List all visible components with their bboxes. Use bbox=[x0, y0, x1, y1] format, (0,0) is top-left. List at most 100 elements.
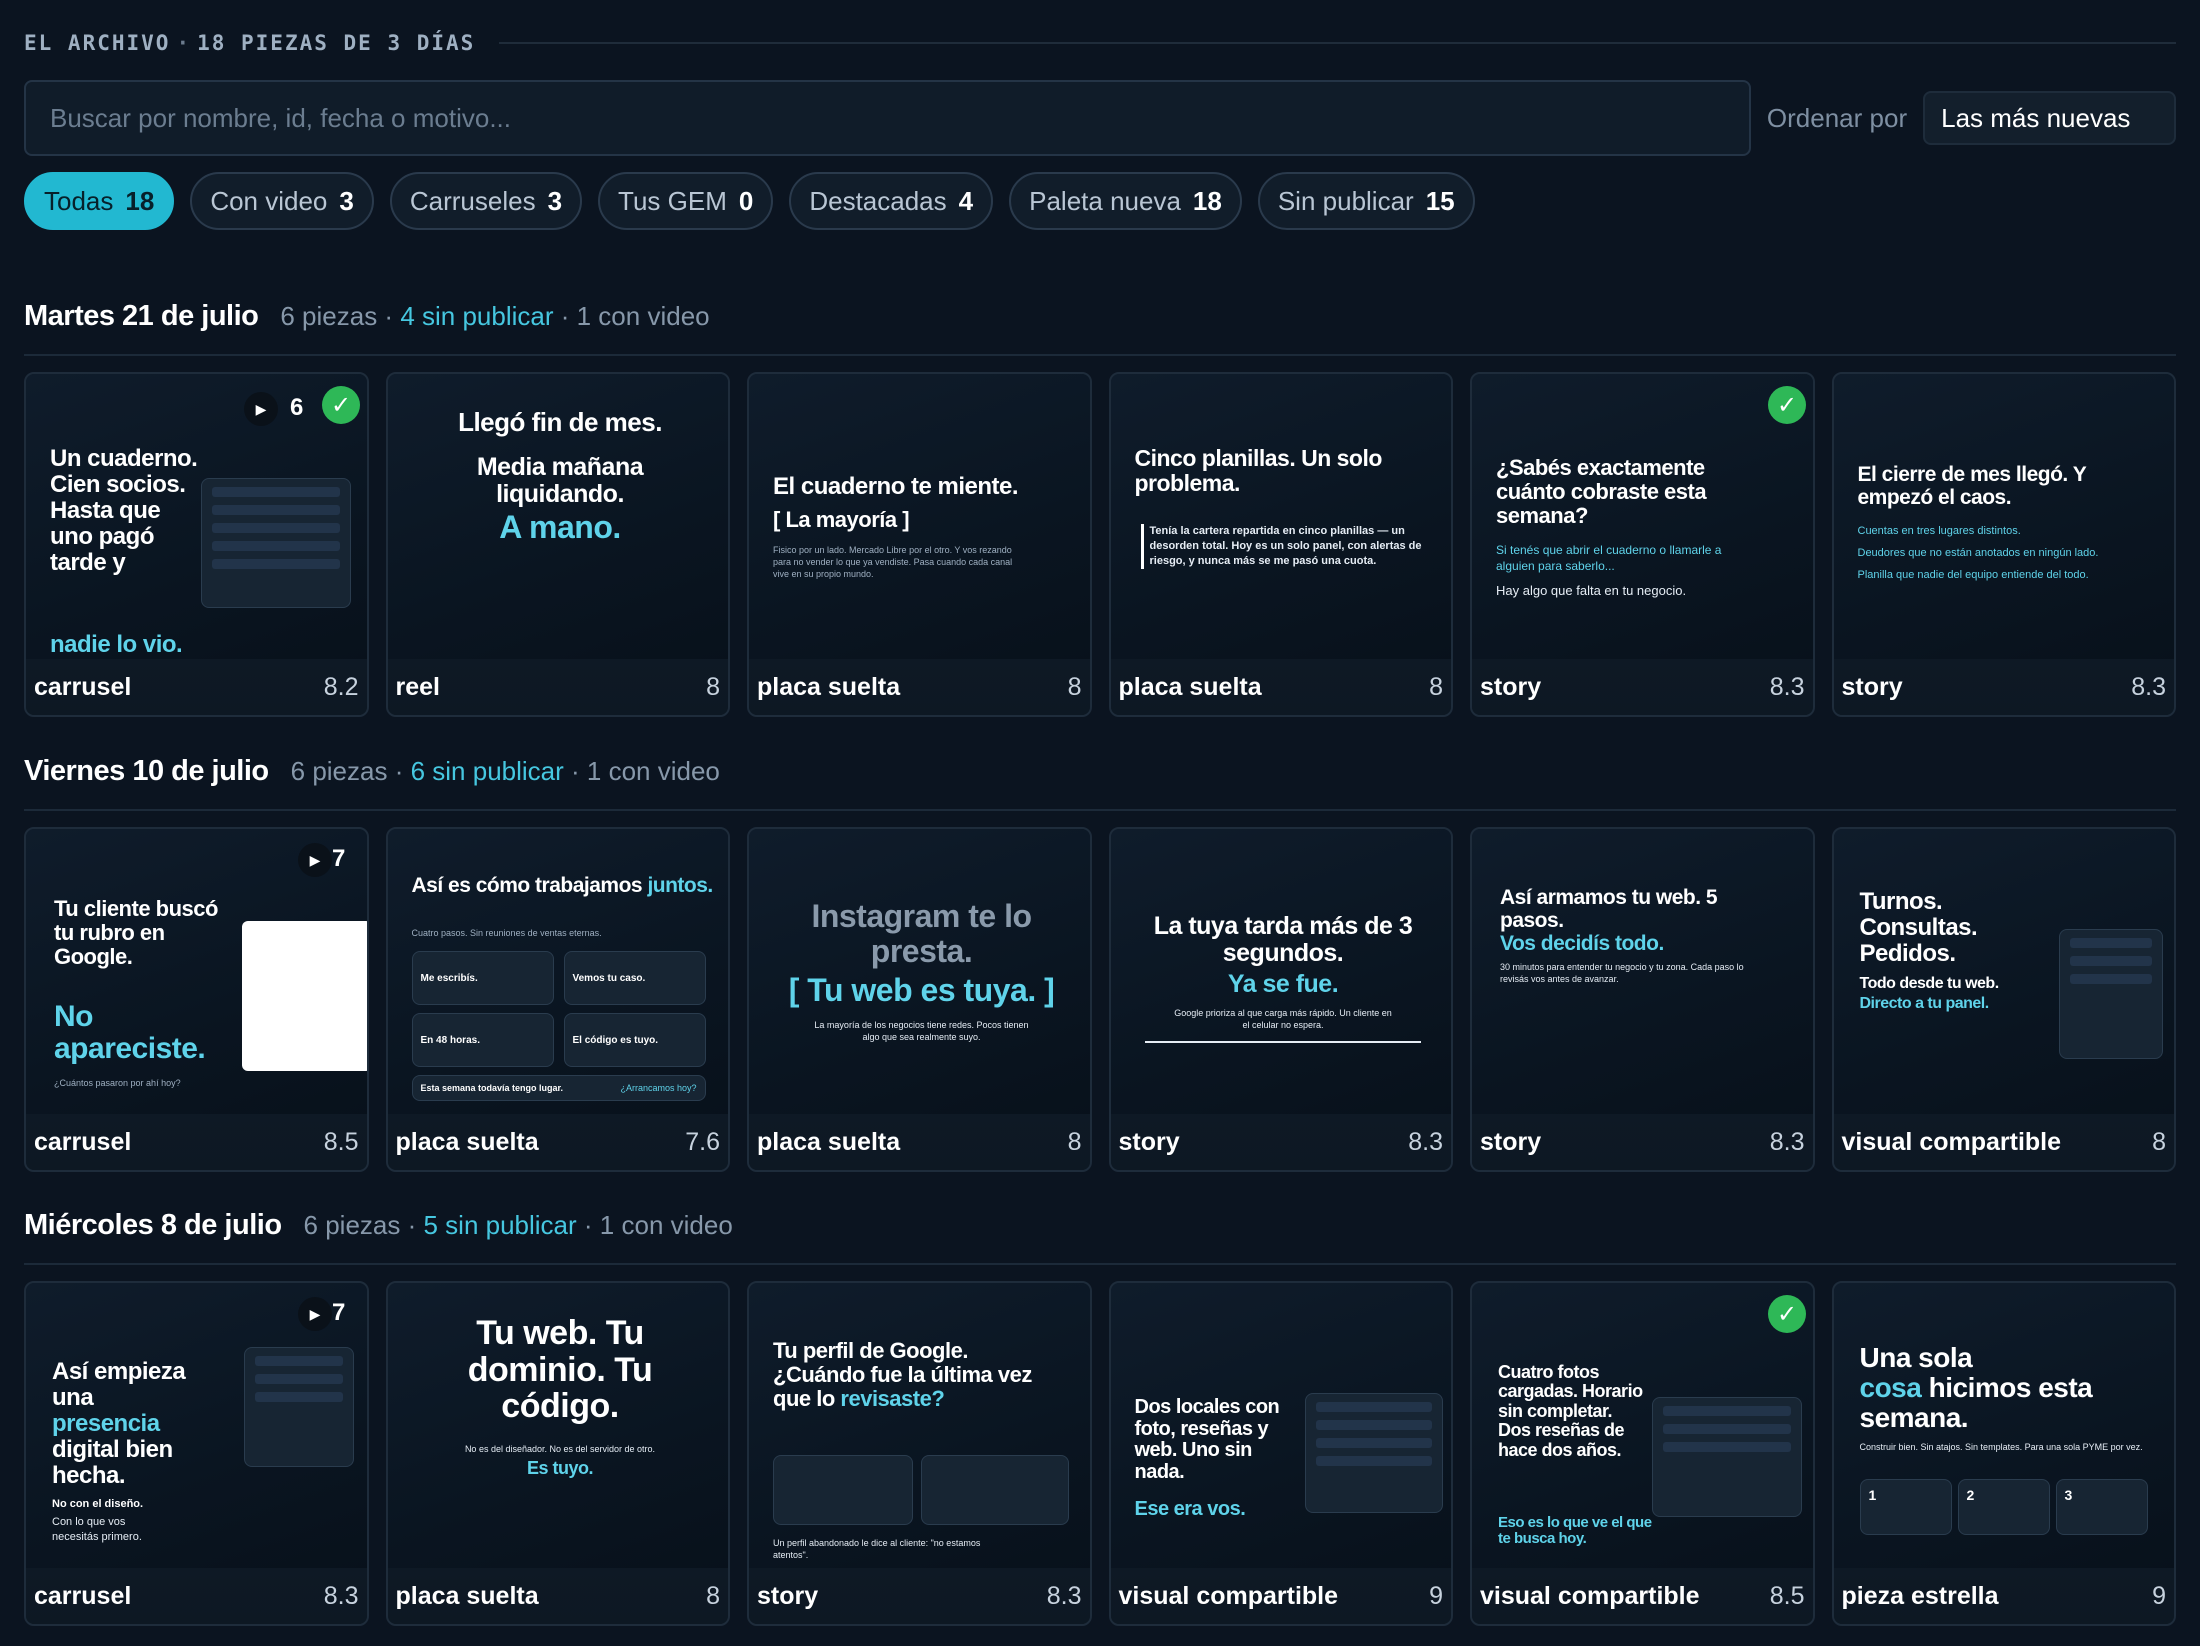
piece-card[interactable]: Turnos. Consultas. Pedidos. Todo desde t… bbox=[1831, 827, 2176, 1172]
piece-card[interactable]: ✓ ¿Sabés exactamente cuánto cobraste est… bbox=[1470, 372, 1815, 717]
piece-card[interactable]: Tu web. Tu dominio. Tu código. No es del… bbox=[385, 1281, 730, 1626]
day-title: Martes 21 de julio bbox=[24, 300, 259, 332]
slide-count: 7 bbox=[332, 1299, 346, 1326]
day-header: Viernes 10 de julio 6 piezas · 6 sin pub… bbox=[24, 755, 2176, 795]
piece-score: 8 bbox=[706, 1581, 720, 1610]
piece-thumbnail: Así armamos tu web. 5 pasos. Vos decidís… bbox=[1472, 829, 1813, 1119]
piece-card[interactable]: ▶ 7 Así empieza una presencia digital bi… bbox=[24, 1281, 369, 1626]
section-divider bbox=[24, 354, 2176, 356]
filter-chip-paleta-nueva[interactable]: Paleta nueva 18 bbox=[1009, 172, 1242, 230]
unpublished-count[interactable]: 6 sin publicar bbox=[411, 756, 564, 786]
piece-type: carrusel bbox=[34, 672, 132, 701]
cards-row: ▶ 7 Así empieza una presencia digital bi… bbox=[24, 1281, 2176, 1626]
pieces-count: 6 piezas bbox=[280, 301, 378, 331]
chip-label: Todas bbox=[44, 185, 114, 216]
sort-select[interactable]: Las más nuevas bbox=[1923, 91, 2176, 145]
filter-chip-carruseles[interactable]: Carruseles 3 bbox=[389, 172, 583, 230]
piece-score: 8.5 bbox=[323, 1127, 359, 1156]
piece-card[interactable]: La tuya tarda más de 3 segundos. Ya se f… bbox=[1108, 827, 1453, 1172]
archive-title: EL ARCHIVO · 18 PIEZAS DE 3 DÍAS bbox=[24, 31, 475, 55]
piece-thumbnail: El cuaderno te miente. [ La mayoría ] Fi… bbox=[749, 374, 1090, 664]
profile-mockup bbox=[773, 1455, 913, 1525]
cta-bar: Esta semana todavía tengo lugar. ¿Arranc… bbox=[411, 1075, 706, 1101]
day-section: Miércoles 8 de julio 6 piezas · 5 sin pu… bbox=[24, 1209, 2176, 1626]
piece-card[interactable]: El cuaderno te miente. [ La mayoría ] Fi… bbox=[747, 372, 1092, 717]
card-line3: Con lo que vos necesitás primero. bbox=[52, 1516, 142, 1543]
piece-card[interactable]: ▶ 6 ✓ Un cuaderno. Cien socios. Hasta qu… bbox=[24, 372, 369, 717]
card-headline: El cuaderno te miente. bbox=[773, 473, 1019, 500]
piece-card[interactable]: Una sola cosa hicimos esta semana. Constr… bbox=[1831, 1281, 2176, 1626]
piece-score: 8.3 bbox=[1769, 1127, 1805, 1156]
section-divider bbox=[24, 809, 2176, 811]
card-accent: juntos. bbox=[647, 874, 713, 897]
piece-card[interactable]: Instagram te lo presta. [ Tu web es tuya… bbox=[747, 827, 1092, 1172]
chip-count: 15 bbox=[1425, 185, 1455, 216]
step-label: En 48 horas. bbox=[420, 1035, 480, 1046]
search-input[interactable] bbox=[50, 102, 1749, 134]
filter-chip-todas[interactable]: Todas 18 bbox=[24, 172, 175, 230]
profile-mockup bbox=[1652, 1397, 1802, 1517]
piece-thumbnail: Tu perfil de Google. ¿Cuándo fue la últi… bbox=[749, 1283, 1090, 1573]
filter-chip-con-video[interactable]: Con video 3 bbox=[190, 172, 374, 230]
card-headline: Cinco planillas. Un solo problema. bbox=[1134, 445, 1383, 496]
card-headline: Cuatro fotos cargadas. Horario sin compl… bbox=[1498, 1362, 1643, 1460]
card-accent: A mano. bbox=[499, 509, 621, 545]
sort-label: Ordenar por bbox=[1766, 102, 1908, 133]
card-line2: [ La mayoría ] bbox=[773, 507, 910, 532]
piece-card[interactable]: ✓ Cuatro fotos cargadas. Horario sin com… bbox=[1470, 1281, 1815, 1626]
headline-text: Una sola bbox=[1859, 1342, 1973, 1373]
piece-card[interactable]: ▶ 7 Tu cliente buscó tu rubro en Google.… bbox=[24, 827, 369, 1172]
card-line2: Media mañana liquidando. bbox=[476, 453, 644, 508]
unpublished-count[interactable]: 4 sin publicar bbox=[400, 301, 553, 331]
card-accent: Vos decidís todo. bbox=[1500, 932, 1664, 955]
unpublished-count[interactable]: 5 sin publicar bbox=[423, 1210, 576, 1240]
piece-card[interactable]: Cinco planillas. Un solo problema. Tenía… bbox=[1108, 372, 1453, 717]
list-mockup bbox=[201, 478, 351, 608]
piece-thumbnail: El cierre de mes llegó. Y empezó el caos… bbox=[1833, 374, 2175, 664]
piece-card[interactable]: Llegó fin de mes. Media mañana liquidand… bbox=[385, 372, 730, 717]
card-footer: placa suelta 8 bbox=[387, 1568, 728, 1624]
chip-label: Con video bbox=[210, 185, 328, 216]
piece-score: 8.3 bbox=[2131, 672, 2166, 701]
separator: · bbox=[176, 31, 192, 55]
piece-card[interactable]: Dos locales con foto, reseñas y web. Uno… bbox=[1108, 1281, 1453, 1626]
card-footer: carrusel 8.3 bbox=[26, 1568, 367, 1624]
card-body: ¿Cuántos pasaron por ahí hoy? bbox=[54, 1078, 181, 1088]
browser-mockup bbox=[244, 1347, 354, 1467]
card-accent: Ese era vos. bbox=[1134, 1498, 1246, 1520]
step-box: El código es tuyo. bbox=[563, 1013, 706, 1067]
search-box[interactable] bbox=[24, 80, 1751, 156]
step-box: 3 bbox=[2055, 1479, 2148, 1535]
piece-card[interactable]: Así armamos tu web. 5 pasos. Vos decidís… bbox=[1470, 827, 1815, 1172]
piece-thumbnail: ▶ 6 ✓ Un cuaderno. Cien socios. Hasta qu… bbox=[26, 374, 367, 664]
filter-chip-sin-publicar[interactable]: Sin publicar 15 bbox=[1257, 172, 1475, 230]
card-footer: story 8.3 bbox=[1472, 1114, 1813, 1170]
card-accent: cosa bbox=[1859, 1372, 1922, 1404]
play-icon: ▶ bbox=[298, 843, 332, 877]
piece-thumbnail: Dos locales con foto, reseñas y web. Uno… bbox=[1110, 1283, 1452, 1573]
published-check-icon: ✓ bbox=[1768, 386, 1806, 424]
piece-card[interactable]: Así es cómo trabajamos juntos. Cuatro pa… bbox=[385, 827, 730, 1172]
piece-score: 8 bbox=[1429, 672, 1443, 701]
card-footer: story 8.3 bbox=[1472, 659, 1813, 715]
chip-count: 0 bbox=[738, 185, 754, 216]
filter-chip-destacadas[interactable]: Destacadas 4 bbox=[789, 172, 994, 230]
piece-card[interactable]: El cierre de mes llegó. Y empezó el caos… bbox=[1831, 372, 2176, 717]
piece-type: placa suelta bbox=[395, 1581, 539, 1610]
card-accent: presencia bbox=[52, 1410, 160, 1437]
chip-count: 3 bbox=[547, 185, 563, 216]
piece-thumbnail: ✓ Cuatro fotos cargadas. Horario sin com… bbox=[1472, 1283, 1813, 1573]
piece-score: 7.6 bbox=[685, 1127, 720, 1156]
piece-thumbnail: Una sola cosa hicimos esta semana. Constr… bbox=[1833, 1283, 2175, 1573]
card-line2: Deudores que no están anotados en ningún… bbox=[1857, 547, 2099, 559]
piece-type: carrusel bbox=[34, 1127, 132, 1156]
piece-thumbnail: Turnos. Consultas. Pedidos. Todo desde t… bbox=[1833, 829, 2175, 1119]
day-meta: 6 piezas · 6 sin publicar · 1 con video bbox=[290, 756, 720, 786]
chip-label: Paleta nueva bbox=[1029, 185, 1181, 216]
card-body: Construir bien. Sin atajos. Sin template… bbox=[1859, 1442, 2143, 1452]
filter-chip-tus-gem[interactable]: Tus GEM 0 bbox=[598, 172, 774, 230]
card-body: Cuentas en tres lugares distintos. bbox=[1857, 525, 2021, 537]
card-body: Si tenés que abrir el cuaderno o llamarl… bbox=[1496, 543, 1722, 574]
piece-card[interactable]: Tu perfil de Google. ¿Cuándo fue la últi… bbox=[747, 1281, 1092, 1626]
video-count: 1 con video bbox=[586, 756, 720, 786]
